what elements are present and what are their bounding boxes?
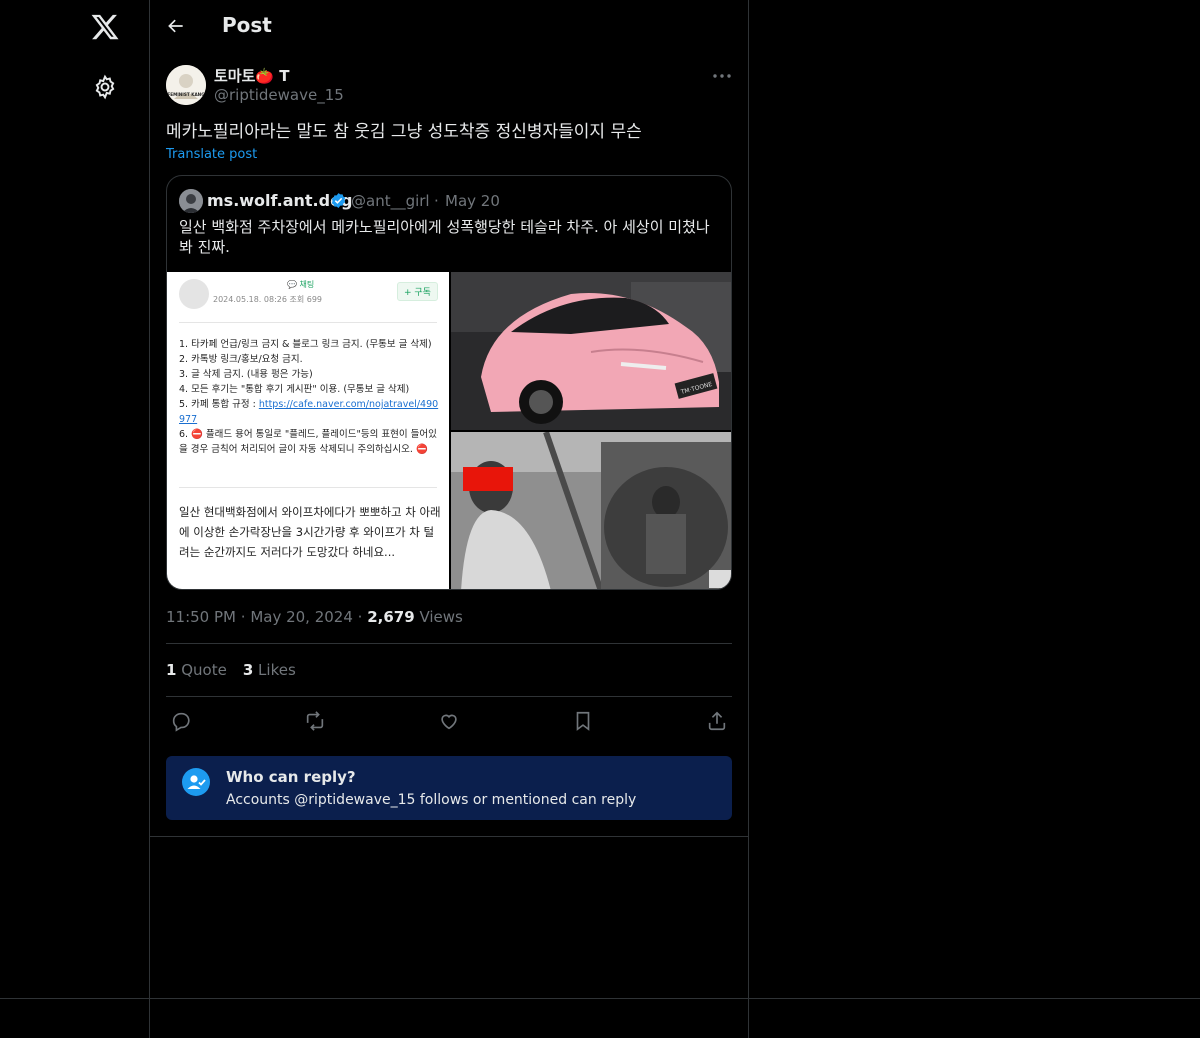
author-name[interactable]: 토마토🍅 T bbox=[214, 65, 290, 86]
screenshot-chat-label: 💬 채팅 bbox=[287, 280, 315, 289]
main-column: Post FEMINIST KANG 토마토🍅 T @riptidewave_1… bbox=[150, 0, 749, 1038]
screenshot-rules: 1. 타카페 언급/링크 금지 & 블로그 링크 금지. (무통보 글 삭제) … bbox=[179, 337, 441, 457]
divider bbox=[150, 836, 748, 837]
gear-icon[interactable] bbox=[92, 74, 118, 100]
rule-line: 6. ⛔ 플래드 용어 통일로 "플레드, 플레이드"등의 표현이 들어있을 경… bbox=[179, 429, 437, 455]
post-text: 메카노필리아라는 말도 참 웃김 그냥 성도착증 정신병자들이지 무슨 bbox=[166, 122, 642, 142]
left-nav bbox=[0, 0, 150, 1038]
bookmark-icon[interactable] bbox=[572, 710, 594, 732]
x-logo-icon[interactable] bbox=[90, 12, 120, 42]
likes-count: 3 bbox=[242, 661, 254, 679]
svg-text:FEMINIST KANG: FEMINIST KANG bbox=[167, 92, 205, 97]
quote-avatar-image bbox=[179, 189, 203, 213]
media-cctv[interactable] bbox=[451, 432, 731, 589]
media-screenshot[interactable]: 💬 채팅 2024.05.18. 08:26 조회 699 + 구독 1. 타카… bbox=[167, 272, 449, 589]
avatar[interactable]: FEMINIST KANG bbox=[166, 65, 206, 105]
post-timestamp: 11:50 PM · May 20, 2024 · 2,679 Views bbox=[166, 608, 463, 626]
screenshot-avatar bbox=[179, 279, 209, 309]
screenshot-body: 일산 현대백화점에서 와이프차에다가 뽀뽀하고 차 아래에 이상한 손가락장난을… bbox=[179, 505, 441, 559]
who-can-reply-subtitle: Accounts @riptidewave_15 follows or ment… bbox=[226, 792, 637, 808]
who-can-reply-box: Who can reply? Accounts @riptidewave_15 … bbox=[166, 756, 732, 820]
at-person-icon bbox=[182, 768, 210, 796]
divider bbox=[166, 696, 732, 697]
arrow-left-icon[interactable] bbox=[166, 16, 186, 36]
heart-icon[interactable] bbox=[438, 710, 460, 732]
screenshot-subscribe: + 구독 bbox=[397, 282, 438, 301]
quotes-count: 1 bbox=[166, 661, 177, 679]
quotes-link[interactable]: 1 Quote bbox=[166, 661, 227, 679]
repost-icon[interactable] bbox=[304, 710, 326, 732]
separator-dot: · bbox=[357, 608, 368, 626]
who-can-reply-title: Who can reply? bbox=[226, 768, 356, 786]
post-date[interactable]: May 20, 2024 bbox=[250, 608, 353, 626]
quote-author-handle: @ant__girl bbox=[351, 192, 430, 210]
rule-line: 5. 카페 통합 규정 : https://cafe.naver.com/noj… bbox=[179, 399, 439, 425]
page-header: Post bbox=[150, 0, 748, 53]
verified-badge-icon bbox=[331, 193, 346, 208]
cctv-image bbox=[451, 432, 731, 589]
quote-avatar bbox=[179, 189, 203, 213]
translate-post-link[interactable]: Translate post bbox=[166, 147, 257, 162]
divider bbox=[166, 643, 732, 644]
views-count: 2,679 bbox=[367, 608, 415, 626]
rule-line: 3. 글 삭제 금지. (내용 펑은 가능) bbox=[179, 369, 313, 380]
quote-text: 일산 백화점 주차장에서 메카노필리아에게 성폭행당한 테슬라 차주. 아 세상… bbox=[179, 218, 710, 256]
rule-line: 1. 타카페 언급/링크 금지 & 블로그 링크 금지. (무통보 글 삭제) bbox=[179, 339, 432, 350]
post-time[interactable]: 11:50 PM bbox=[166, 608, 236, 626]
screenshot-divider bbox=[179, 487, 437, 488]
media-pink-car[interactable]: TM·TOONE bbox=[451, 272, 731, 430]
views-label: Views bbox=[419, 608, 463, 626]
likes-link[interactable]: 3 Likes bbox=[243, 661, 296, 679]
bottom-divider bbox=[0, 998, 1200, 999]
pink-car-image: TM·TOONE bbox=[451, 272, 731, 430]
rule-line: 4. 모든 후기는 "통합 후기 게시판" 이용. (무통보 글 삭제) bbox=[179, 384, 410, 395]
quotes-label: Quote bbox=[181, 661, 227, 679]
more-horizontal-icon[interactable] bbox=[712, 72, 732, 80]
author-handle[interactable]: @riptidewave_15 bbox=[214, 86, 344, 104]
engagement-counts: 1 Quote 3 Likes bbox=[166, 661, 296, 679]
reply-icon[interactable] bbox=[170, 710, 192, 732]
screenshot-date: 2024.05.18. 08:26 조회 699 bbox=[213, 295, 323, 304]
likes-label: Likes bbox=[258, 661, 296, 679]
avatar-image: FEMINIST KANG bbox=[166, 65, 206, 105]
media-grid: 💬 채팅 2024.05.18. 08:26 조회 699 + 구독 1. 타카… bbox=[167, 272, 731, 589]
share-icon[interactable] bbox=[706, 710, 728, 732]
at-person-glyph bbox=[187, 775, 206, 789]
quote-date: May 20 bbox=[445, 192, 500, 210]
page-title: Post bbox=[222, 13, 272, 37]
screenshot-divider bbox=[179, 322, 437, 323]
separator-dot: · bbox=[434, 192, 439, 210]
quoted-post[interactable]: ms.wolf.ant.dog @ant__girl · May 20 일산 백… bbox=[166, 175, 732, 590]
rule-line: 2. 카톡방 링크/홍보/요청 금지. bbox=[179, 354, 303, 365]
separator-dot: · bbox=[240, 608, 251, 626]
